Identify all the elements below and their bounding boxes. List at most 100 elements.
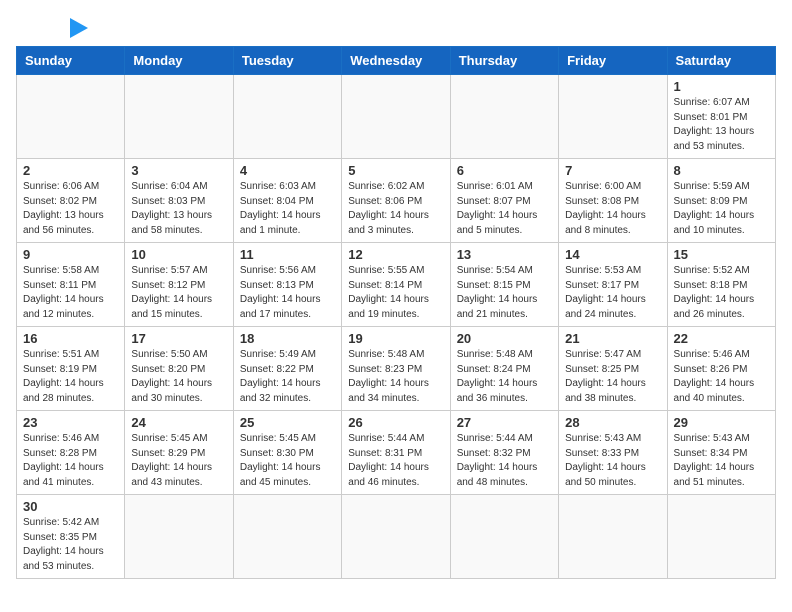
calendar-cell: 2Sunrise: 6:06 AM Sunset: 8:02 PM Daylig… [17, 159, 125, 243]
day-number: 18 [240, 331, 335, 346]
calendar-week-5: 23 Sunrise: 5:46 AM Sunset: 8:28 PM Dayli… [17, 411, 776, 495]
day-info: Sunrise: 6:01 AM Sunset: 8:07 PM Dayligh… [457, 180, 552, 238]
calendar-cell: 6 Sunrise: 6:01 AM Sunset: 8:07 PM Daylig… [450, 159, 558, 243]
calendar-cell [559, 75, 667, 159]
calendar-week-2: 2Sunrise: 6:06 AM Sunset: 8:02 PM Daylig… [17, 159, 776, 243]
calendar-cell [342, 75, 450, 159]
day-info: Sunrise: 5:56 AM Sunset: 8:13 PM Dayligh… [240, 264, 335, 322]
day-info: Sunrise: 5:47 AM Sunset: 8:25 PM Dayligh… [565, 348, 660, 406]
day-info: Sunrise: 5:57 AM Sunset: 8:12 PM Dayligh… [131, 264, 226, 322]
day-info: Sunrise: 5:58 AM Sunset: 8:11 PM Dayligh… [23, 264, 118, 322]
day-info: Sunrise: 5:46 AM Sunset: 8:26 PM Dayligh… [674, 348, 769, 406]
calendar-cell: 7 Sunrise: 6:00 AM Sunset: 8:08 PM Daylig… [559, 159, 667, 243]
calendar-cell: 10 Sunrise: 5:57 AM Sunset: 8:12 PM Dayli… [125, 243, 233, 327]
calendar-cell: 22 Sunrise: 5:46 AM Sunset: 8:26 PM Dayli… [667, 327, 775, 411]
day-info: Sunrise: 6:04 AM Sunset: 8:03 PM Dayligh… [131, 180, 226, 238]
calendar-cell [125, 495, 233, 579]
calendar-cell: 13Sunrise: 5:54 AM Sunset: 8:15 PM Dayli… [450, 243, 558, 327]
day-info: Sunrise: 5:50 AM Sunset: 8:20 PM Dayligh… [131, 348, 226, 406]
day-info: Sunrise: 5:44 AM Sunset: 8:31 PM Dayligh… [348, 432, 443, 490]
calendar-cell [17, 75, 125, 159]
calendar-body: 1Sunrise: 6:07 AM Sunset: 8:01 PM Daylig… [17, 75, 776, 579]
calendar-week-4: 16Sunrise: 5:51 AM Sunset: 8:19 PM Dayli… [17, 327, 776, 411]
day-number: 12 [348, 247, 443, 262]
day-number: 4 [240, 163, 335, 178]
day-info: Sunrise: 6:06 AM Sunset: 8:02 PM Dayligh… [23, 180, 118, 238]
day-info: Sunrise: 6:03 AM Sunset: 8:04 PM Dayligh… [240, 180, 335, 238]
calendar-cell: 16Sunrise: 5:51 AM Sunset: 8:19 PM Dayli… [17, 327, 125, 411]
calendar-cell: 25Sunrise: 5:45 AM Sunset: 8:30 PM Dayli… [233, 411, 341, 495]
day-info: Sunrise: 5:44 AM Sunset: 8:32 PM Dayligh… [457, 432, 552, 490]
calendar-cell: 12 Sunrise: 5:55 AM Sunset: 8:14 PM Dayli… [342, 243, 450, 327]
calendar-cell: 11 Sunrise: 5:56 AM Sunset: 8:13 PM Dayli… [233, 243, 341, 327]
day-number: 29 [674, 415, 769, 430]
day-info: Sunrise: 5:55 AM Sunset: 8:14 PM Dayligh… [348, 264, 443, 322]
calendar-week-6: 30Sunrise: 5:42 AM Sunset: 8:35 PM Dayli… [17, 495, 776, 579]
day-number: 10 [131, 247, 226, 262]
day-info: Sunrise: 5:49 AM Sunset: 8:22 PM Dayligh… [240, 348, 335, 406]
day-info: Sunrise: 5:59 AM Sunset: 8:09 PM Dayligh… [674, 180, 769, 238]
weekday-header-saturday: Saturday [667, 47, 775, 75]
day-number: 11 [240, 247, 335, 262]
day-info: Sunrise: 5:46 AM Sunset: 8:28 PM Dayligh… [23, 432, 118, 490]
day-info: Sunrise: 6:00 AM Sunset: 8:08 PM Dayligh… [565, 180, 660, 238]
weekday-header-sunday: Sunday [17, 47, 125, 75]
calendar-header: SundayMondayTuesdayWednesdayThursdayFrid… [17, 47, 776, 75]
calendar-cell [450, 495, 558, 579]
calendar-cell: 24Sunrise: 5:45 AM Sunset: 8:29 PM Dayli… [125, 411, 233, 495]
day-number: 15 [674, 247, 769, 262]
day-number: 21 [565, 331, 660, 346]
day-number: 13 [457, 247, 552, 262]
calendar-cell: 14Sunrise: 5:53 AM Sunset: 8:17 PM Dayli… [559, 243, 667, 327]
day-info: Sunrise: 6:07 AM Sunset: 8:01 PM Dayligh… [674, 96, 769, 154]
calendar-cell: 26Sunrise: 5:44 AM Sunset: 8:31 PM Dayli… [342, 411, 450, 495]
calendar-cell [450, 75, 558, 159]
calendar-cell: 21 Sunrise: 5:47 AM Sunset: 8:25 PM Dayli… [559, 327, 667, 411]
day-number: 28 [565, 415, 660, 430]
weekday-header-monday: Monday [125, 47, 233, 75]
day-number: 16 [23, 331, 118, 346]
weekday-header-friday: Friday [559, 47, 667, 75]
day-info: Sunrise: 5:43 AM Sunset: 8:33 PM Dayligh… [565, 432, 660, 490]
day-info: Sunrise: 5:52 AM Sunset: 8:18 PM Dayligh… [674, 264, 769, 322]
header [16, 16, 776, 38]
day-number: 7 [565, 163, 660, 178]
day-info: Sunrise: 6:02 AM Sunset: 8:06 PM Dayligh… [348, 180, 443, 238]
calendar: SundayMondayTuesdayWednesdayThursdayFrid… [16, 46, 776, 579]
day-number: 22 [674, 331, 769, 346]
calendar-week-3: 9 Sunrise: 5:58 AM Sunset: 8:11 PM Daylig… [17, 243, 776, 327]
calendar-cell: 8Sunrise: 5:59 AM Sunset: 8:09 PM Daylig… [667, 159, 775, 243]
weekday-header-row: SundayMondayTuesdayWednesdayThursdayFrid… [17, 47, 776, 75]
day-info: Sunrise: 5:48 AM Sunset: 8:24 PM Dayligh… [457, 348, 552, 406]
calendar-cell: 20 Sunrise: 5:48 AM Sunset: 8:24 PM Dayli… [450, 327, 558, 411]
calendar-cell: 5 Sunrise: 6:02 AM Sunset: 8:06 PM Daylig… [342, 159, 450, 243]
day-info: Sunrise: 5:48 AM Sunset: 8:23 PM Dayligh… [348, 348, 443, 406]
calendar-cell [667, 495, 775, 579]
day-number: 19 [348, 331, 443, 346]
calendar-cell [233, 495, 341, 579]
calendar-cell [233, 75, 341, 159]
calendar-cell: 17Sunrise: 5:50 AM Sunset: 8:20 PM Dayli… [125, 327, 233, 411]
logo-triangle [70, 18, 88, 38]
day-number: 30 [23, 499, 118, 514]
day-number: 9 [23, 247, 118, 262]
calendar-cell: 3Sunrise: 6:04 AM Sunset: 8:03 PM Daylig… [125, 159, 233, 243]
calendar-cell: 29Sunrise: 5:43 AM Sunset: 8:34 PM Dayli… [667, 411, 775, 495]
day-number: 23 [23, 415, 118, 430]
logo [16, 16, 88, 38]
weekday-header-tuesday: Tuesday [233, 47, 341, 75]
day-info: Sunrise: 5:45 AM Sunset: 8:29 PM Dayligh… [131, 432, 226, 490]
calendar-cell: 30Sunrise: 5:42 AM Sunset: 8:35 PM Dayli… [17, 495, 125, 579]
day-number: 20 [457, 331, 552, 346]
day-number: 6 [457, 163, 552, 178]
calendar-cell: 1Sunrise: 6:07 AM Sunset: 8:01 PM Daylig… [667, 75, 775, 159]
calendar-cell: 15 Sunrise: 5:52 AM Sunset: 8:18 PM Dayli… [667, 243, 775, 327]
calendar-week-1: 1Sunrise: 6:07 AM Sunset: 8:01 PM Daylig… [17, 75, 776, 159]
day-info: Sunrise: 5:53 AM Sunset: 8:17 PM Dayligh… [565, 264, 660, 322]
day-number: 5 [348, 163, 443, 178]
calendar-cell: 27 Sunrise: 5:44 AM Sunset: 8:32 PM Dayli… [450, 411, 558, 495]
calendar-cell: 9 Sunrise: 5:58 AM Sunset: 8:11 PM Daylig… [17, 243, 125, 327]
calendar-cell [125, 75, 233, 159]
calendar-cell: 18 Sunrise: 5:49 AM Sunset: 8:22 PM Dayli… [233, 327, 341, 411]
day-number: 27 [457, 415, 552, 430]
